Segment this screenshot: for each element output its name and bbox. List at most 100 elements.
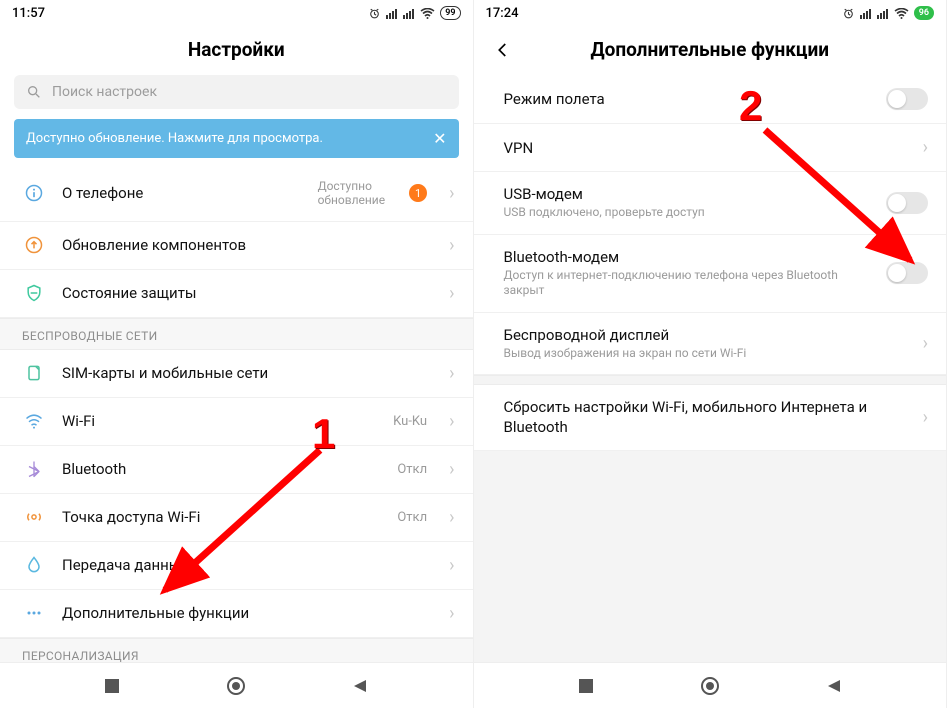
row-label: Дополнительные функции xyxy=(62,604,433,622)
nav-home-button[interactable] xyxy=(225,675,247,697)
toggle-usb[interactable] xyxy=(886,192,928,214)
row-value: Доступно обновление xyxy=(318,179,386,208)
signal-icon xyxy=(386,8,398,19)
status-bar: 17:24 96 xyxy=(474,0,947,24)
wifi-icon xyxy=(420,8,435,19)
chevron-right-icon: › xyxy=(449,283,454,304)
settings-list: О телефоне Доступно обновление 1 › Обнов… xyxy=(0,166,473,662)
row-security-status[interactable]: Состояние защиты › xyxy=(0,270,473,318)
row-sublabel: Вывод изображения на экран по сети Wi-Fi xyxy=(504,346,907,362)
search-input[interactable]: Поиск настроек xyxy=(14,75,459,109)
row-label: Режим полета xyxy=(504,90,871,108)
info-icon xyxy=(22,183,46,203)
group-personal-label: ПЕРСОНАЛИЗАЦИЯ xyxy=(0,638,473,662)
chevron-right-icon: › xyxy=(923,407,928,428)
battery-badge: 96 xyxy=(914,6,934,20)
close-icon[interactable]: ✕ xyxy=(433,129,446,148)
wifi-icon xyxy=(894,8,909,19)
hotspot-icon xyxy=(22,507,46,527)
row-bt-tether[interactable]: Bluetooth-модем Доступ к интернет-подклю… xyxy=(474,235,947,313)
row-bluetooth[interactable]: Bluetooth Откл › xyxy=(0,446,473,494)
chevron-right-icon: › xyxy=(449,363,454,384)
chevron-right-icon: › xyxy=(449,603,454,624)
row-label: Точка доступа Wi-Fi xyxy=(62,508,381,526)
spacer xyxy=(474,451,947,662)
nav-bar xyxy=(474,662,947,708)
shield-icon xyxy=(22,283,46,303)
row-label: Обновление компонентов xyxy=(62,236,433,254)
status-bar: 11:57 99 xyxy=(0,0,473,24)
signal2-icon xyxy=(877,8,889,19)
toggle-airplane[interactable] xyxy=(886,88,928,110)
status-time: 11:57 xyxy=(12,6,45,21)
banner-text: Доступно обновление. Нажмите для просмот… xyxy=(26,131,323,146)
nav-home-button[interactable] xyxy=(699,675,721,697)
nav-back-button[interactable] xyxy=(823,675,845,697)
row-reset-network[interactable]: Сбросить настройки Wi-Fi, мобильного Инт… xyxy=(474,385,947,451)
row-value: Откл xyxy=(397,462,427,477)
nav-recent-button[interactable] xyxy=(575,675,597,697)
back-button[interactable] xyxy=(494,40,512,64)
row-label: USB-модем xyxy=(504,185,871,203)
right-screen: 17:24 96 Дополнительные функции Режим по… xyxy=(474,0,947,708)
chevron-right-icon: › xyxy=(449,507,454,528)
alarm-icon xyxy=(368,7,381,20)
signal2-icon xyxy=(403,8,415,19)
status-icons: 96 xyxy=(842,6,934,20)
nav-bar xyxy=(0,662,473,708)
row-hotspot[interactable]: Точка доступа Wi-Fi Откл › xyxy=(0,494,473,542)
more-list: Режим полета VPN › USB-модем USB подключ… xyxy=(474,75,947,662)
row-usb-tether[interactable]: USB-модем USB подключено, проверьте дост… xyxy=(474,172,947,235)
sim-icon xyxy=(22,363,46,383)
badge-count: 1 xyxy=(409,184,427,202)
chevron-right-icon: › xyxy=(449,183,454,204)
row-sim[interactable]: SIM-карты и мобильные сети › xyxy=(0,350,473,398)
row-label: VPN xyxy=(504,139,907,157)
search-icon xyxy=(26,84,42,100)
row-more-functions[interactable]: Дополнительные функции › xyxy=(0,590,473,638)
chevron-right-icon: › xyxy=(449,459,454,480)
chevron-right-icon: › xyxy=(923,333,928,354)
chevron-right-icon: › xyxy=(923,137,928,158)
chevron-right-icon: › xyxy=(449,411,454,432)
page-title: Настройки xyxy=(0,24,473,75)
wifi-icon xyxy=(22,411,46,431)
page-title: Дополнительные функции xyxy=(474,24,947,75)
row-label: Сбросить настройки Wi-Fi, мобильного Инт… xyxy=(504,398,907,437)
row-airplane-mode[interactable]: Режим полета xyxy=(474,75,947,124)
row-label: О телефоне xyxy=(62,184,302,202)
row-label: Bluetooth-модем xyxy=(504,248,871,266)
chevron-right-icon: › xyxy=(449,555,454,576)
search-placeholder: Поиск настроек xyxy=(52,84,157,100)
row-data-usage[interactable]: Передача данных › xyxy=(0,542,473,590)
row-wireless-display[interactable]: Беспроводной дисплей Вывод изображения н… xyxy=(474,313,947,376)
row-sublabel: Доступ к интернет-подключению телефона ч… xyxy=(504,268,871,299)
row-component-updates[interactable]: Обновление компонентов › xyxy=(0,222,473,270)
drop-icon xyxy=(22,555,46,575)
row-about-phone[interactable]: О телефоне Доступно обновление 1 › xyxy=(0,166,473,222)
row-label: SIM-карты и мобильные сети xyxy=(62,364,433,382)
bluetooth-icon xyxy=(22,459,46,479)
battery-badge: 99 xyxy=(440,6,460,20)
row-wifi[interactable]: Wi-Fi Ku-Ku › xyxy=(0,398,473,446)
chevron-right-icon: › xyxy=(449,235,454,256)
row-sublabel: USB подключено, проверьте доступ xyxy=(504,205,871,221)
toggle-bt-tether[interactable] xyxy=(886,262,928,284)
row-label: Состояние защиты xyxy=(62,284,433,302)
status-icons: 99 xyxy=(368,6,460,20)
update-banner[interactable]: Доступно обновление. Нажмите для просмот… xyxy=(14,119,459,158)
row-label: Передача данных xyxy=(62,556,433,574)
row-value: Откл xyxy=(397,510,427,525)
row-label: Беспроводной дисплей xyxy=(504,326,907,344)
annotation-number-1: 1 xyxy=(312,410,335,458)
row-value: Ku-Ku xyxy=(393,414,427,429)
left-screen: 11:57 99 Настройки Поиск настроек Доступ… xyxy=(0,0,474,708)
group-wireless-label: БЕСПРОВОДНЫЕ СЕТИ xyxy=(0,318,473,350)
annotation-number-2: 2 xyxy=(739,82,762,130)
alarm-icon xyxy=(842,7,855,20)
row-vpn[interactable]: VPN › xyxy=(474,124,947,172)
nav-back-button[interactable] xyxy=(349,675,371,697)
nav-recent-button[interactable] xyxy=(101,675,123,697)
divider xyxy=(474,375,947,385)
signal-icon xyxy=(860,8,872,19)
